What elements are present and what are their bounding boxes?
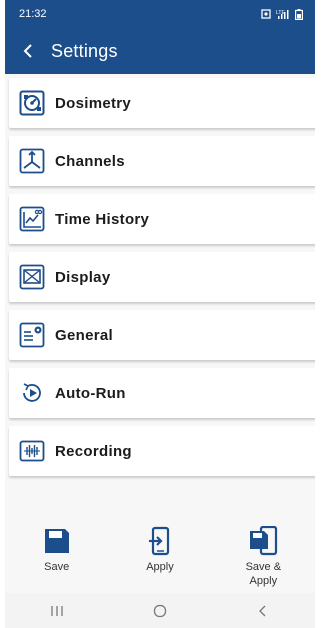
menu-item-time-history[interactable]: Time History [9, 194, 315, 244]
home-icon [153, 604, 167, 617]
back-button[interactable] [17, 40, 39, 62]
recording-icon [19, 438, 45, 464]
menu-item-dosimetry[interactable]: Dosimetry [9, 78, 315, 128]
save-apply-label-line1: Save & [245, 561, 282, 573]
apply-button[interactable]: Apply [120, 526, 200, 574]
app-bar: Settings [5, 28, 315, 74]
menu-label: Display [55, 268, 111, 286]
nav-back-button[interactable] [243, 596, 283, 626]
status-bar: 21:32 LTE [5, 0, 315, 28]
menu-label: Dosimetry [55, 94, 132, 112]
menu-label: Recording [55, 442, 132, 460]
channels-icon [19, 148, 45, 174]
time-history-icon [19, 206, 45, 232]
menu-label: Time History [55, 210, 150, 228]
menu-item-auto-run[interactable]: Auto-Run [9, 368, 315, 418]
status-time: 21:32 [19, 8, 47, 20]
signal-icon: LTE [276, 10, 289, 19]
save-icon [44, 529, 69, 553]
save-apply-label-line2: Apply [249, 575, 278, 587]
home-button[interactable] [140, 596, 180, 626]
system-nav-bar [5, 593, 315, 628]
status-icons: LTE [261, 8, 303, 20]
menu-item-channels[interactable]: Channels [9, 136, 315, 186]
menu-item-general[interactable]: General [9, 310, 315, 360]
display-icon [19, 264, 45, 290]
recents-icon [51, 605, 63, 616]
menu-item-display[interactable]: Display [9, 252, 315, 302]
menu-label: Auto-Run [55, 384, 126, 402]
dosimetry-icon [19, 90, 45, 116]
save-button[interactable]: Save [17, 526, 97, 574]
settings-menu: Dosimetry Channels Time History Display … [5, 74, 315, 476]
auto-run-icon [19, 380, 45, 406]
battery-icon [295, 8, 303, 20]
save-apply-label: Save & Apply [246, 560, 281, 588]
chevron-left-icon [23, 44, 32, 58]
save-and-apply-button[interactable]: Save & Apply [223, 526, 303, 588]
apply-label: Apply [146, 561, 174, 573]
page-title: Settings [51, 40, 118, 61]
recents-button[interactable] [37, 596, 77, 626]
general-icon [19, 322, 45, 348]
menu-item-recording[interactable]: Recording [9, 426, 315, 476]
menu-label: General [55, 326, 113, 344]
save-label: Save [44, 561, 70, 573]
back-chevron-icon [259, 605, 266, 616]
save-apply-icon [250, 526, 278, 556]
phone-screen: 21:32 LTE Settings Dosimetry Channels Ti… [5, 0, 315, 628]
notification-icon [261, 9, 271, 19]
menu-label: Channels [55, 152, 125, 170]
apply-icon [148, 526, 170, 556]
bottom-action-bar: Save Apply Save & Apply [5, 526, 315, 588]
